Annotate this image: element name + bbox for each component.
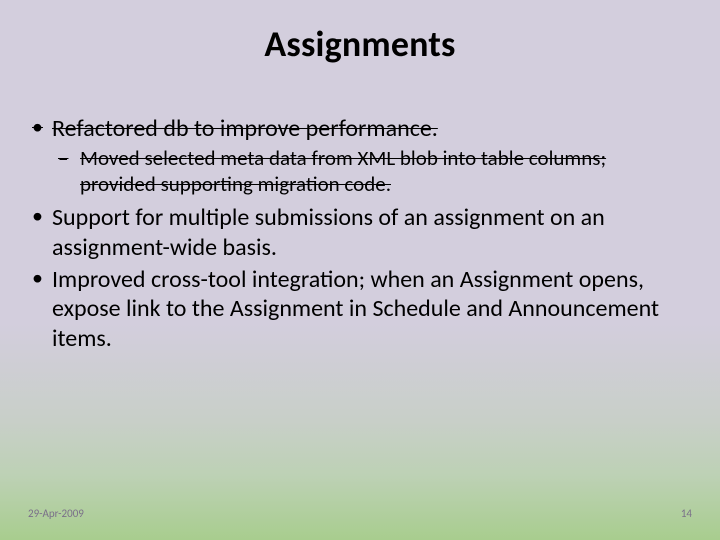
slide-title: Assignments (0, 22, 720, 66)
footer-date: 29-Apr-2009 (28, 507, 84, 520)
slide: Assignments Refactored db to improve per… (0, 0, 720, 540)
bullet-1: Refactored db to improve performance. (28, 114, 680, 143)
bullet-list: Refactored db to improve performance. Mo… (28, 114, 680, 353)
bullet-3: Improved cross-tool integration; when an… (28, 265, 680, 353)
bullet-2: Support for multiple submissions of an a… (28, 203, 680, 262)
slide-body: Refactored db to improve performance. Mo… (28, 114, 680, 356)
page-number: 14 (681, 507, 692, 520)
bullet-1-sub: Moved selected meta data from XML blob i… (28, 146, 680, 197)
